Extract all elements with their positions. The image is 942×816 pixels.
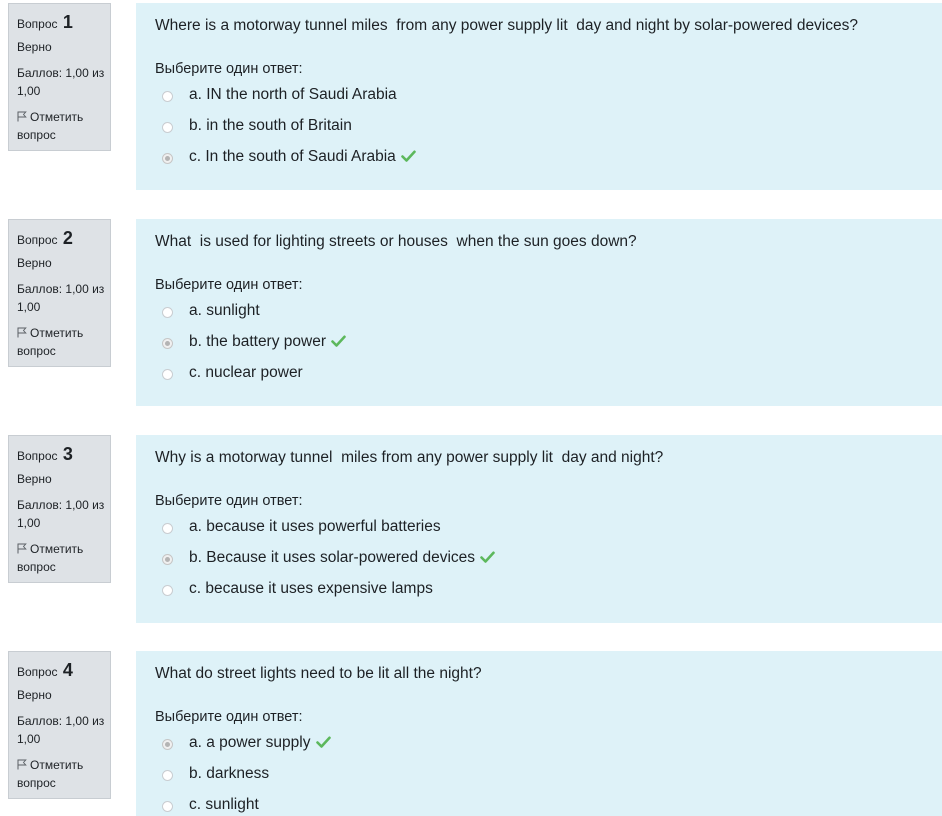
question-label: Вопрос	[17, 233, 58, 247]
correct-check-icon	[331, 335, 346, 347]
flag-icon	[17, 327, 27, 338]
flag-question-link[interactable]: Отметить вопрос	[17, 540, 110, 576]
question-text: What do street lights need to be lit all…	[155, 665, 482, 682]
question-content: What is used for lighting streets or hou…	[136, 219, 942, 406]
answer-label: b. darkness	[189, 764, 270, 782]
question-label: Вопрос	[17, 449, 58, 463]
quiz-review-page: Вопрос 1 Верно Баллов: 1,00 из 1,00 Отме…	[0, 0, 942, 816]
answer-label-text: b. Because it uses solar-powered devices	[189, 548, 476, 566]
answer-radio[interactable]	[162, 307, 173, 318]
answer-radio[interactable]	[162, 91, 173, 102]
question-state: Верно	[17, 40, 52, 54]
question-state: Верно	[17, 688, 52, 702]
answer-label: a. a power supply	[189, 733, 331, 753]
answer-option[interactable]: a. because it uses powerful batteries	[155, 513, 942, 544]
question-info: Вопрос 4 Верно Баллов: 1,00 из 1,00 Отме…	[8, 651, 111, 799]
answer-prompt: Выберите один ответ:	[155, 277, 303, 293]
question-number-value: 3	[62, 444, 73, 464]
answer-prompt: Выберите один ответ:	[155, 493, 303, 509]
question-number: Вопрос 4	[17, 658, 110, 682]
answer-label: c. nuclear power	[189, 363, 303, 381]
question-content: What do street lights need to be lit all…	[136, 651, 942, 816]
question-grade: Баллов: 1,00 из 1,00	[17, 66, 105, 98]
answer-radio[interactable]	[162, 770, 173, 781]
answer-option[interactable]: b. in the south of Britain	[155, 112, 942, 143]
question-grade: Баллов: 1,00 из 1,00	[17, 282, 105, 314]
answer-list: a. sunlight b. the battery power c. nucl…	[155, 297, 942, 390]
answer-list: a. IN the north of Saudi Arabia b. in th…	[155, 81, 942, 174]
question-content: Why is a motorway tunnel miles from any …	[136, 435, 942, 623]
answer-label: c. because it uses expensive lamps	[189, 579, 433, 597]
answer-radio-selected[interactable]	[162, 554, 173, 565]
question-info: Вопрос 3 Верно Баллов: 1,00 из 1,00 Отме…	[8, 435, 111, 583]
answer-label: b. Because it uses solar-powered devices	[189, 548, 495, 568]
question-grade: Баллов: 1,00 из 1,00	[17, 498, 105, 530]
answer-label-text: c. In the south of Saudi Arabia	[189, 147, 396, 165]
answer-option[interactable]: b. darkness	[155, 760, 942, 791]
flag-icon	[17, 543, 27, 554]
answer-option[interactable]: c. sunlight	[155, 791, 942, 816]
answer-radio-selected[interactable]	[162, 739, 173, 750]
question-content: Where is a motorway tunnel miles from an…	[136, 3, 942, 190]
question-label: Вопрос	[17, 665, 58, 679]
question-info: Вопрос 1 Верно Баллов: 1,00 из 1,00 Отме…	[8, 3, 111, 151]
answer-label: b. in the south of Britain	[189, 116, 352, 134]
answer-radio[interactable]	[162, 801, 173, 812]
answer-radio[interactable]	[162, 369, 173, 380]
flag-question-link[interactable]: Отметить вопрос	[17, 756, 110, 792]
answer-radio-selected[interactable]	[162, 153, 173, 164]
answer-option[interactable]: c. In the south of Saudi Arabia	[155, 143, 942, 174]
flag-question-link[interactable]: Отметить вопрос	[17, 324, 110, 360]
question-label: Вопрос	[17, 17, 58, 31]
question-text: What is used for lighting streets or hou…	[155, 233, 637, 250]
flag-question-link[interactable]: Отметить вопрос	[17, 108, 110, 144]
answer-option[interactable]: a. sunlight	[155, 297, 942, 328]
question-grade: Баллов: 1,00 из 1,00	[17, 714, 105, 746]
answer-option[interactable]: b. the battery power	[155, 328, 942, 359]
answer-prompt: Выберите один ответ:	[155, 709, 303, 725]
answer-list: a. because it uses powerful batteries b.…	[155, 513, 942, 606]
question-number: Вопрос 3	[17, 442, 110, 466]
answer-option[interactable]: a. a power supply	[155, 729, 942, 760]
answer-label-text: a. a power supply	[189, 733, 311, 751]
answer-radio-selected[interactable]	[162, 338, 173, 349]
answer-label: b. the battery power	[189, 332, 346, 352]
question-number-value: 2	[62, 228, 73, 248]
answer-radio[interactable]	[162, 122, 173, 133]
flag-icon	[17, 111, 27, 122]
question-number-value: 1	[62, 12, 73, 32]
answer-label: c. sunlight	[189, 795, 259, 813]
question-state: Верно	[17, 472, 52, 486]
answer-option[interactable]: b. Because it uses solar-powered devices	[155, 544, 942, 575]
answer-radio[interactable]	[162, 523, 173, 534]
answer-option[interactable]: a. IN the north of Saudi Arabia	[155, 81, 942, 112]
question-text: Where is a motorway tunnel miles from an…	[155, 17, 858, 34]
question-number: Вопрос 2	[17, 226, 110, 250]
answer-list: a. a power supply b. darkness c. sunligh…	[155, 729, 942, 816]
answer-option[interactable]: c. nuclear power	[155, 359, 942, 390]
answer-prompt: Выберите один ответ:	[155, 61, 303, 77]
question-state: Верно	[17, 256, 52, 270]
answer-label: a. because it uses powerful batteries	[189, 517, 441, 535]
answer-label-text: b. the battery power	[189, 332, 326, 350]
answer-option[interactable]: c. because it uses expensive lamps	[155, 575, 942, 606]
question-number-value: 4	[62, 660, 73, 680]
flag-icon	[17, 759, 27, 770]
correct-check-icon	[401, 150, 416, 162]
answer-label: c. In the south of Saudi Arabia	[189, 147, 416, 167]
question-text: Why is a motorway tunnel miles from any …	[155, 449, 664, 466]
question-info: Вопрос 2 Верно Баллов: 1,00 из 1,00 Отме…	[8, 219, 111, 367]
answer-label: a. IN the north of Saudi Arabia	[189, 85, 397, 103]
question-number: Вопрос 1	[17, 10, 110, 34]
correct-check-icon	[480, 551, 495, 563]
correct-check-icon	[315, 736, 331, 748]
answer-label: a. sunlight	[189, 301, 260, 319]
answer-radio[interactable]	[162, 585, 173, 596]
